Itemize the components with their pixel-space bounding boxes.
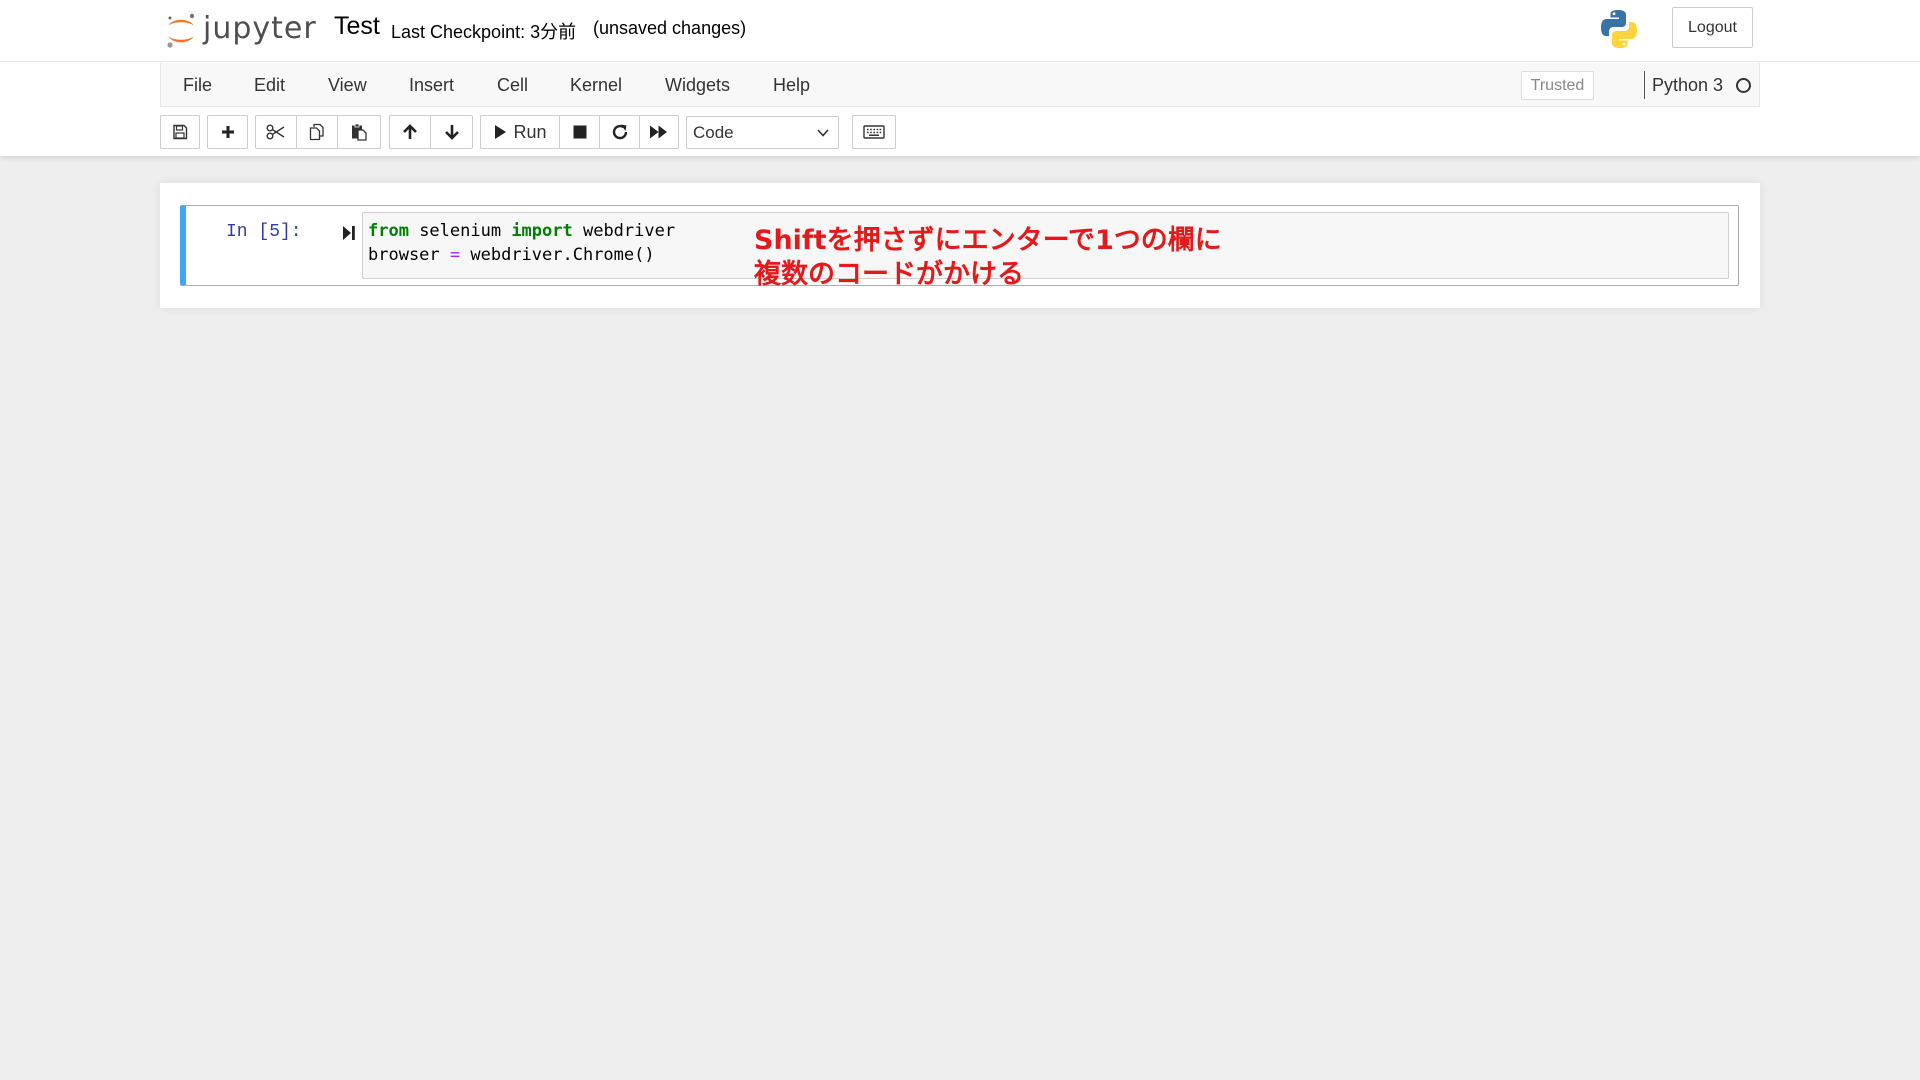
chevron-down-icon: [817, 129, 829, 137]
notebook-name[interactable]: Test: [334, 12, 380, 41]
arrow-down-icon: [444, 125, 459, 140]
cut-icon: [266, 124, 285, 140]
insert-cell-button[interactable]: [207, 115, 248, 149]
code-text: browser: [368, 245, 450, 265]
stop-icon: [573, 125, 586, 139]
annotation-text: Shiftを押さずにエンターで1つの欄に 複数のコードがかける: [754, 224, 1222, 292]
command-palette-button[interactable]: [852, 115, 896, 149]
run-button[interactable]: Run: [480, 115, 560, 149]
menu-file[interactable]: File: [183, 63, 212, 107]
menu-help[interactable]: Help: [773, 63, 810, 107]
menu-kernel[interactable]: Kernel: [570, 63, 622, 107]
menu-widgets[interactable]: Widgets: [665, 63, 730, 107]
run-cell-icon[interactable]: [342, 225, 356, 241]
move-up-button[interactable]: [389, 115, 431, 149]
code-text: webdriver: [572, 221, 676, 241]
checkpoint-status: Last Checkpoint: 3分前: [391, 22, 577, 42]
plus-icon: [221, 126, 234, 138]
copy-button[interactable]: [296, 115, 338, 149]
code-line-1: from selenium import webdriver: [368, 221, 675, 241]
move-down-button[interactable]: [430, 115, 473, 149]
code-keyword: import: [511, 221, 573, 241]
menubar: File Edit View Insert Cell Kernel Widget…: [160, 63, 1760, 107]
jupyter-logo[interactable]: jupyter: [165, 8, 317, 52]
kernel-name[interactable]: Python 3: [1652, 63, 1723, 107]
save-button[interactable]: [160, 115, 200, 149]
autosave-status: (unsaved changes): [593, 18, 747, 38]
code-operator: =: [449, 245, 461, 265]
kernel-divider: [1644, 71, 1645, 99]
annotation-line-2: 複数のコードがかける: [754, 259, 1024, 290]
fast-forward-icon: [650, 125, 667, 139]
code-keyword: from: [368, 221, 409, 241]
restart-kernel-button[interactable]: [599, 115, 640, 149]
code-text: selenium: [408, 221, 512, 241]
run-icon: [495, 125, 507, 139]
header-top-bar: jupyter Test Last Checkpoint: 3分前 (unsav…: [0, 0, 1920, 62]
copy-icon: [309, 123, 324, 141]
restart-icon: [612, 124, 627, 140]
logo-text: jupyter: [203, 10, 317, 46]
annotation-line-1: Shiftを押さずにエンターで1つの欄に: [754, 225, 1222, 256]
run-button-label: Run: [513, 121, 547, 142]
jupyter-logo-icon: [167, 13, 195, 48]
menu-insert[interactable]: Insert: [409, 63, 454, 107]
logout-button[interactable]: Logout: [1672, 7, 1753, 48]
paste-button[interactable]: [337, 115, 381, 149]
code-line-2: browser = webdriver.Chrome(): [368, 245, 655, 265]
code-text: webdriver.Chrome(): [460, 245, 655, 265]
interrupt-button[interactable]: [559, 115, 600, 149]
cell-type-value: Code: [693, 123, 734, 142]
menu-cell[interactable]: Cell: [497, 63, 528, 107]
restart-run-all-button[interactable]: [639, 115, 679, 149]
kernel-idle-indicator-icon: [1736, 78, 1751, 93]
arrow-up-icon: [403, 124, 417, 139]
cut-button[interactable]: [255, 115, 297, 149]
trusted-indicator[interactable]: Trusted: [1521, 71, 1594, 100]
cell-prompt: In [5]:: [226, 222, 302, 242]
python-logo-icon: [1601, 10, 1637, 48]
menu-edit[interactable]: Edit: [254, 63, 285, 107]
keyboard-icon: [863, 125, 885, 139]
paste-icon: [352, 123, 367, 141]
save-icon: [173, 124, 188, 140]
menu-view[interactable]: View: [328, 63, 367, 107]
header: jupyter Test Last Checkpoint: 3分前 (unsav…: [0, 0, 1920, 156]
cell-type-select[interactable]: Code: [686, 116, 839, 149]
